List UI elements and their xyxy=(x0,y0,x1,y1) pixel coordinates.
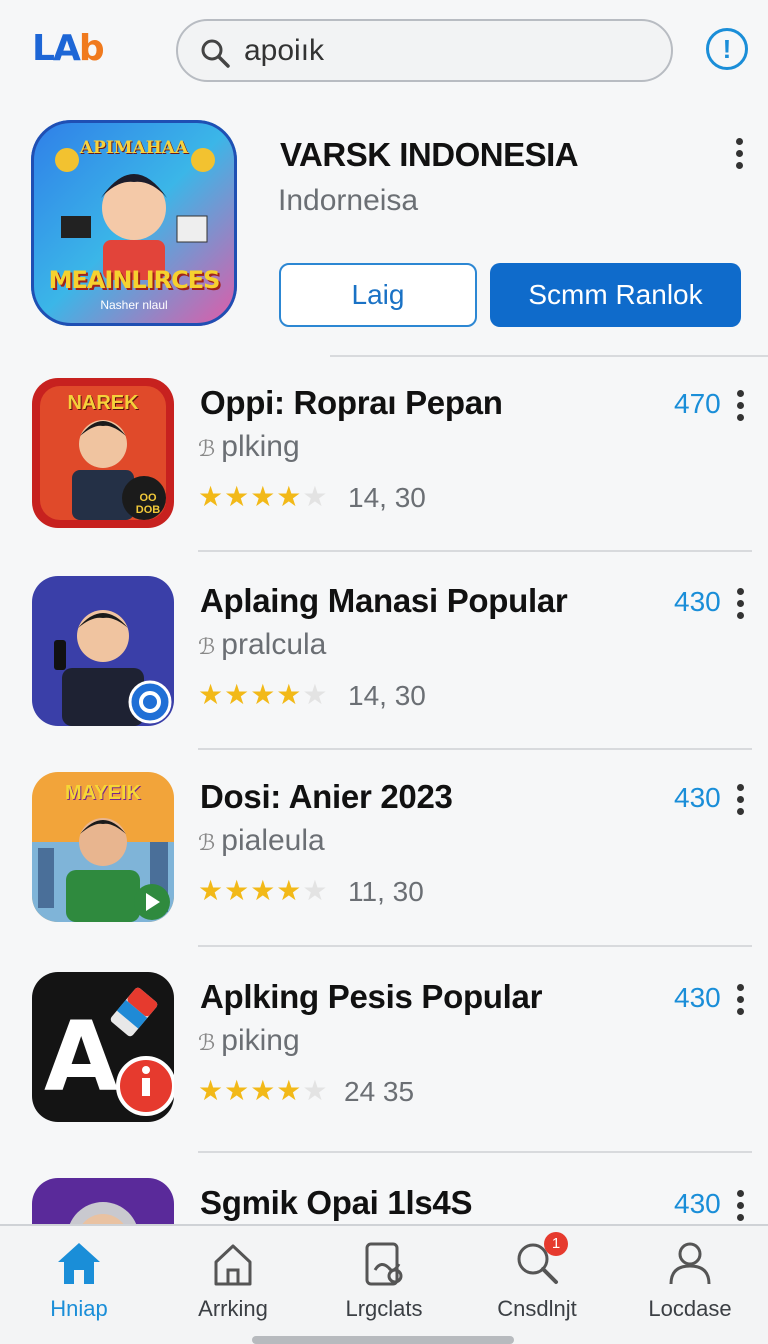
star-rating: ★★★★★ xyxy=(198,679,329,710)
app-name[interactable]: Dosi: Anier 2023 xyxy=(200,778,453,816)
featured-app[interactable]: APIMAHAA MEAINLIRCES Nasher nlaul VARSK … xyxy=(0,110,768,350)
nav-search[interactable]: 1 Cnsdlnjt xyxy=(462,1232,612,1334)
list-item[interactable]: NAREK OO DOB Oppi: Ropraı Pepan ℬplking … xyxy=(0,378,768,574)
star-rating: ★★★★★ xyxy=(198,481,329,512)
featured-app-icon[interactable]: APIMAHAA MEAINLIRCES Nasher nlaul xyxy=(31,120,237,326)
nav-categories[interactable]: Lrgclats xyxy=(309,1238,459,1334)
home-indicator[interactable] xyxy=(252,1336,514,1344)
app-name[interactable]: Sgmik Opai 1ls4S xyxy=(200,1184,472,1222)
app-icon-text: A xyxy=(44,1001,119,1113)
nav-categories-label: Lrgclats xyxy=(345,1296,423,1321)
list-item[interactable]: Aplaing Manasi Popular ℬpralcula ★★★★★ 1… xyxy=(0,576,768,772)
developer-name: ℬpialeula xyxy=(198,824,325,857)
app-icon[interactable] xyxy=(32,576,174,726)
featured-secondary-button[interactable]: Laig xyxy=(279,263,477,327)
logo-text-orange: b xyxy=(78,28,105,69)
featured-app-title[interactable]: VARSK INDONESIA xyxy=(280,136,579,174)
more-options-icon[interactable] xyxy=(733,984,747,1015)
nav-account[interactable]: Locdase xyxy=(615,1238,765,1334)
more-options-icon[interactable] xyxy=(727,138,751,170)
app-icon[interactable]: NAREK OO DOB xyxy=(32,378,174,528)
divider xyxy=(198,748,752,750)
download-count: 430 xyxy=(674,586,721,617)
rating-count: 11, 30 xyxy=(348,876,424,907)
developer-name: ℬplking xyxy=(198,430,300,463)
download-count: 430 xyxy=(674,982,721,1013)
featured-icon-caption: Nasher nlaul xyxy=(100,298,168,312)
divider xyxy=(198,550,752,552)
divider xyxy=(198,1151,752,1153)
info-icon[interactable]: ! xyxy=(706,28,748,70)
app-logo[interactable]: LAb xyxy=(32,28,105,69)
user-icon xyxy=(669,1242,711,1285)
app-icon[interactable] xyxy=(32,1178,174,1224)
app-icon-badge: OO DOB xyxy=(135,492,161,516)
more-options-icon[interactable] xyxy=(733,588,747,619)
divider xyxy=(330,355,768,357)
search-icon xyxy=(201,39,230,68)
logo-text-blue: LA xyxy=(32,28,81,69)
notification-badge: 1 xyxy=(544,1232,568,1256)
star-rating: ★★★★★ xyxy=(198,875,329,906)
search-input[interactable] xyxy=(244,29,644,73)
nav-ranking-label: Arrking xyxy=(198,1296,268,1321)
featured-icon-top-text: APIMAHAA xyxy=(79,138,189,158)
featured-icon-main-text: MEAINLIRCES xyxy=(48,266,221,294)
document-icon xyxy=(365,1242,403,1286)
developer-name: ℬpiking xyxy=(198,1024,300,1057)
list-item[interactable]: A Aplking Pesis Popular ℬpiking ★★★★★ 24… xyxy=(0,972,768,1168)
app-name[interactable]: Oppi: Ropraı Pepan xyxy=(200,384,503,422)
nav-home-label: Hniap xyxy=(50,1296,108,1321)
developer-icon: ℬ xyxy=(198,1030,216,1055)
rating-count: 14, 30 xyxy=(348,680,426,711)
app-name[interactable]: Aplking Pesis Popular xyxy=(200,978,542,1016)
featured-app-subtitle: Indorneisa xyxy=(278,184,419,217)
divider xyxy=(198,945,752,947)
app-name[interactable]: Aplaing Manasi Popular xyxy=(200,582,568,620)
more-options-icon[interactable] xyxy=(733,784,747,815)
app-icon-text: MAYEIK xyxy=(65,782,141,804)
list-item[interactable]: MAYEIK Dosi: Anier 2023 ℬpialeula ★★★★★ … xyxy=(0,772,768,968)
star-rating: ★★★★★ xyxy=(198,1075,329,1106)
nav-account-label: Locdase xyxy=(648,1296,732,1321)
house-outline-icon xyxy=(214,1244,252,1286)
download-count: 430 xyxy=(674,1188,721,1219)
download-count: 470 xyxy=(674,388,721,419)
nav-search-label: Cnsdlnjt xyxy=(497,1296,577,1321)
rating-count: 24 35 xyxy=(344,1076,415,1107)
bottom-navigation: Hniap Arrking Lrgclats 1 Cnsdlnjt Locdas… xyxy=(0,1224,768,1344)
home-icon xyxy=(58,1243,100,1284)
download-count: 430 xyxy=(674,782,721,813)
developer-icon: ℬ xyxy=(198,634,216,659)
more-options-icon[interactable] xyxy=(733,390,747,421)
app-icon[interactable]: MAYEIK xyxy=(32,772,174,922)
nav-ranking[interactable]: Arrking xyxy=(158,1238,308,1334)
top-bar: LAb ! xyxy=(0,0,768,104)
app-icon[interactable]: A xyxy=(32,972,174,1122)
search-bar[interactable] xyxy=(176,19,673,82)
developer-icon: ℬ xyxy=(198,436,216,461)
featured-primary-button[interactable]: Scmm Ranlok xyxy=(490,263,741,327)
list-item[interactable]: Sgmik Opai 1ls4S 430 xyxy=(0,1178,768,1224)
nav-home[interactable]: Hniap xyxy=(4,1238,154,1334)
more-options-icon[interactable] xyxy=(733,1190,747,1221)
developer-icon: ℬ xyxy=(198,830,216,855)
developer-name: ℬpralcula xyxy=(198,628,327,661)
rating-count: 14, 30 xyxy=(348,482,426,513)
app-icon-text: NAREK xyxy=(67,392,139,414)
